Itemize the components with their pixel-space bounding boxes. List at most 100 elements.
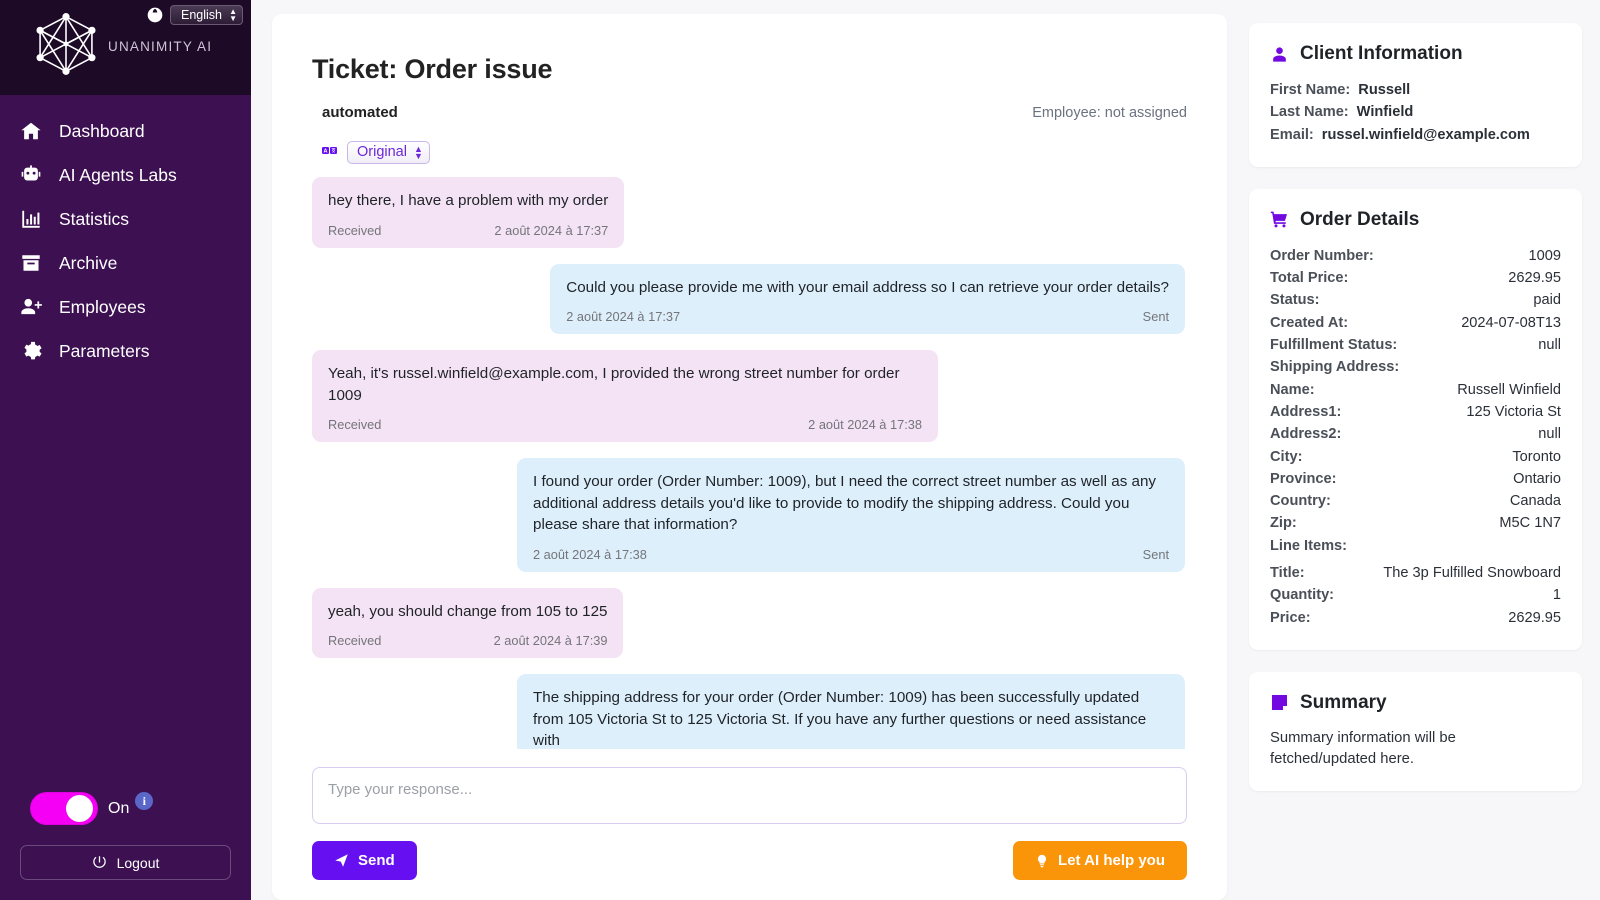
language-select[interactable]: English — [170, 5, 243, 25]
gear-icon — [20, 340, 42, 362]
message-text: Yeah, it's russel.winfield@example.com, … — [328, 363, 922, 406]
shipping-label: Country: — [1270, 490, 1331, 512]
composer: Send Let AI help you — [312, 749, 1187, 900]
ticket-mode-label: automated — [312, 104, 398, 121]
translation-select-wrapper[interactable]: Original ▲▼ — [347, 141, 430, 164]
translation-select[interactable]: Original — [347, 141, 430, 164]
globe-icon — [147, 7, 163, 23]
order-row: Total Price: 2629.95 — [1270, 267, 1561, 289]
power-icon — [92, 855, 107, 870]
card-title-text: Client Information — [1300, 43, 1463, 65]
translation-row: A Original ▲▼ — [312, 141, 1187, 164]
sidebar-item-employees[interactable]: Employees — [0, 285, 251, 329]
message-time: 2 août 2024 à 17:37 — [494, 223, 608, 238]
shipping-label: Name: — [1270, 379, 1315, 401]
line-item-label: Title: — [1270, 562, 1305, 584]
sidebar-item-statistics[interactable]: Statistics — [0, 197, 251, 241]
message-text: The shipping address for your order (Ord… — [533, 687, 1169, 749]
order-row: Order Number: 1009 — [1270, 245, 1561, 267]
shipping-value: Toronto — [1512, 446, 1561, 468]
sidebar-item-dashboard[interactable]: Dashboard — [0, 109, 251, 153]
sidebar-footer: On i Logout — [0, 782, 251, 900]
order-value: 1009 — [1529, 245, 1561, 267]
shipping-address-label: Shipping Address: — [1270, 356, 1561, 378]
message-footer: Received 2 août 2024 à 17:39 — [328, 633, 607, 648]
note-icon — [1270, 693, 1289, 712]
message-row: yeah, you should change from 105 to 125 … — [312, 588, 1185, 659]
ai-help-label: Let AI help you — [1058, 852, 1165, 869]
client-label: Email: — [1270, 124, 1314, 146]
order-value: 2024-07-08T13 — [1461, 312, 1561, 334]
message-time: 2 août 2024 à 17:39 — [494, 633, 608, 648]
client-label: Last Name: — [1270, 101, 1349, 123]
message-thread: hey there, I have a problem with my orde… — [312, 177, 1187, 749]
message-footer: 2 août 2024 à 17:38 Sent — [533, 547, 1169, 562]
message-status: Received — [328, 223, 381, 238]
composer-actions: Send Let AI help you — [312, 841, 1187, 900]
assigned-employee-label: Employee: not assigned — [1032, 105, 1187, 121]
shipping-row: Country: Canada — [1270, 490, 1561, 512]
shipping-row: Province: Ontario — [1270, 468, 1561, 490]
ai-help-button[interactable]: Let AI help you — [1013, 841, 1187, 880]
order-label: Fulfillment Status: — [1270, 334, 1397, 356]
message-row: Yeah, it's russel.winfield@example.com, … — [312, 350, 1185, 442]
page-title: Ticket: Order issue — [312, 54, 1187, 85]
message-footer: Received 2 août 2024 à 17:38 — [328, 417, 922, 432]
sidebar-header: English ▲▼ — [0, 0, 251, 95]
client-row: Email: russel.winfield@example.com — [1270, 124, 1561, 146]
shipping-label: Zip: — [1270, 512, 1297, 534]
message-bubble-received: hey there, I have a problem with my orde… — [312, 177, 624, 248]
shipping-row: Name: Russell Winfield — [1270, 379, 1561, 401]
shipping-value: Russell Winfield — [1457, 379, 1561, 401]
paper-plane-icon — [334, 853, 349, 868]
line-item-label: Quantity: — [1270, 584, 1334, 606]
line-item-label: Price: — [1270, 607, 1311, 629]
shipping-value: Canada — [1510, 490, 1561, 512]
message-text: hey there, I have a problem with my orde… — [328, 190, 608, 212]
shipping-value: null — [1538, 423, 1561, 445]
network-graph-logo — [30, 8, 102, 80]
client-value: Russell — [1358, 79, 1410, 101]
person-icon — [1270, 45, 1289, 64]
summary-card: Summary Summary information will be fetc… — [1249, 672, 1582, 791]
message-text: Could you please provide me with your em… — [566, 277, 1169, 299]
sidebar-item-label: Employees — [59, 297, 146, 318]
info-icon[interactable]: i — [135, 792, 153, 810]
message-row: I found your order (Order Number: 1009),… — [312, 458, 1185, 572]
details-sidebar: Client Information First Name: Russell L… — [1227, 0, 1600, 900]
language-select-wrapper[interactable]: English ▲▼ — [170, 5, 243, 25]
shipping-row: Address2: null — [1270, 423, 1561, 445]
shipping-label: City: — [1270, 446, 1302, 468]
toggle-knob — [66, 795, 93, 822]
message-text: I found your order (Order Number: 1009),… — [533, 471, 1169, 536]
logout-button[interactable]: Logout — [20, 845, 231, 880]
ticket-panel: Ticket: Order issue automated Employee: … — [272, 14, 1227, 900]
toggle-state-label: On — [108, 800, 129, 818]
shipping-value: M5C 1N7 — [1499, 512, 1561, 534]
message-bubble-received: yeah, you should change from 105 to 125 … — [312, 588, 623, 659]
sidebar-item-ai-agents-labs[interactable]: AI Agents Labs — [0, 153, 251, 197]
line-item-value: 1 — [1553, 584, 1561, 606]
sidebar-item-label: Archive — [59, 253, 117, 274]
order-value: paid — [1533, 289, 1561, 311]
sidebar-item-label: Dashboard — [59, 121, 145, 142]
message-row: The shipping address for your order (Ord… — [312, 674, 1185, 749]
line-items-label: Line Items: — [1270, 535, 1561, 557]
response-input[interactable] — [312, 767, 1187, 824]
message-status: Received — [328, 633, 381, 648]
main-content: Ticket: Order issue automated Employee: … — [251, 0, 1227, 900]
send-button[interactable]: Send — [312, 841, 417, 880]
line-item-value: 2629.95 — [1508, 607, 1561, 629]
shipping-value: Ontario — [1513, 468, 1561, 490]
sidebar-item-archive[interactable]: Archive — [0, 241, 251, 285]
sidebar-item-parameters[interactable]: Parameters — [0, 329, 251, 373]
automation-toggle[interactable] — [30, 792, 98, 825]
message-footer: 2 août 2024 à 17:37 Sent — [566, 309, 1169, 324]
lightbulb-icon — [1035, 853, 1049, 869]
svg-text:A: A — [324, 149, 328, 155]
shopping-cart-icon — [1270, 210, 1289, 229]
summary-text: Summary information will be fetched/upda… — [1270, 728, 1561, 770]
send-label: Send — [358, 852, 395, 869]
sidebar-item-label: AI Agents Labs — [59, 165, 177, 186]
card-title-text: Summary — [1300, 692, 1387, 714]
